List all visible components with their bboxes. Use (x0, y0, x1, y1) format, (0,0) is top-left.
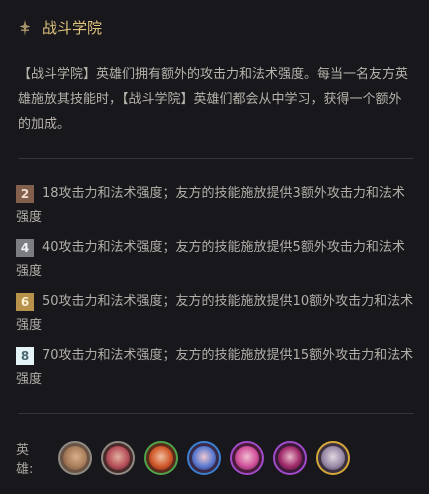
crossed-swords-icon (18, 19, 32, 37)
divider (18, 158, 414, 159)
trait-tooltip: 战斗学院 【战斗学院】英雄们拥有额外的攻击力和法术强度。每当一名友方英雄施放其技… (0, 0, 429, 494)
tier-text: 18攻击力和法术强度；友方的技能施放提供3额外攻击力和法术强度 (16, 186, 405, 225)
champion-portrait-icon[interactable] (101, 441, 135, 475)
tier-badge-gold: 6 (16, 293, 34, 311)
trait-title: 战斗学院 (42, 19, 103, 37)
champion-portrait-icon[interactable] (144, 441, 178, 475)
champions-section: 英雄: (16, 440, 350, 477)
tier-badge-silver: 4 (16, 239, 34, 257)
tier-text: 70攻击力和法术强度；友方的技能施放提供15额外攻击力和法术强度 (16, 348, 414, 387)
tier-row-4: 4 40攻击力和法术强度；友方的技能施放提供5额外攻击力和法术强度 (16, 236, 416, 284)
trait-header: 战斗学院 (18, 16, 102, 40)
tier-text: 40攻击力和法术强度；友方的技能施放提供5额外攻击力和法术强度 (16, 240, 405, 279)
tier-badge-chromatic: 8 (16, 347, 34, 365)
champion-portrait-icon[interactable] (316, 441, 350, 475)
champions-label: 英雄: (16, 443, 34, 477)
champion-portrait-icon[interactable] (273, 441, 307, 475)
champion-list (58, 441, 350, 475)
divider (18, 413, 414, 414)
tier-row-6: 6 50攻击力和法术强度；友方的技能施放提供10额外攻击力和法术强度 (16, 290, 416, 338)
tier-row-8: 8 70攻击力和法术强度；友方的技能施放提供15额外攻击力和法术强度 (16, 344, 416, 392)
tier-row-2: 2 18攻击力和法术强度；友方的技能施放提供3额外攻击力和法术强度 (16, 182, 416, 230)
tier-badge-bronze: 2 (16, 185, 34, 203)
champion-portrait-icon[interactable] (230, 441, 264, 475)
trait-description: 【战斗学院】英雄们拥有额外的攻击力和法术强度。每当一名友方英雄施放其技能时，【战… (18, 67, 409, 132)
champion-portrait-icon[interactable] (58, 441, 92, 475)
tier-text: 50攻击力和法术强度；友方的技能施放提供10额外攻击力和法术强度 (16, 294, 414, 333)
champion-portrait-icon[interactable] (187, 441, 221, 475)
